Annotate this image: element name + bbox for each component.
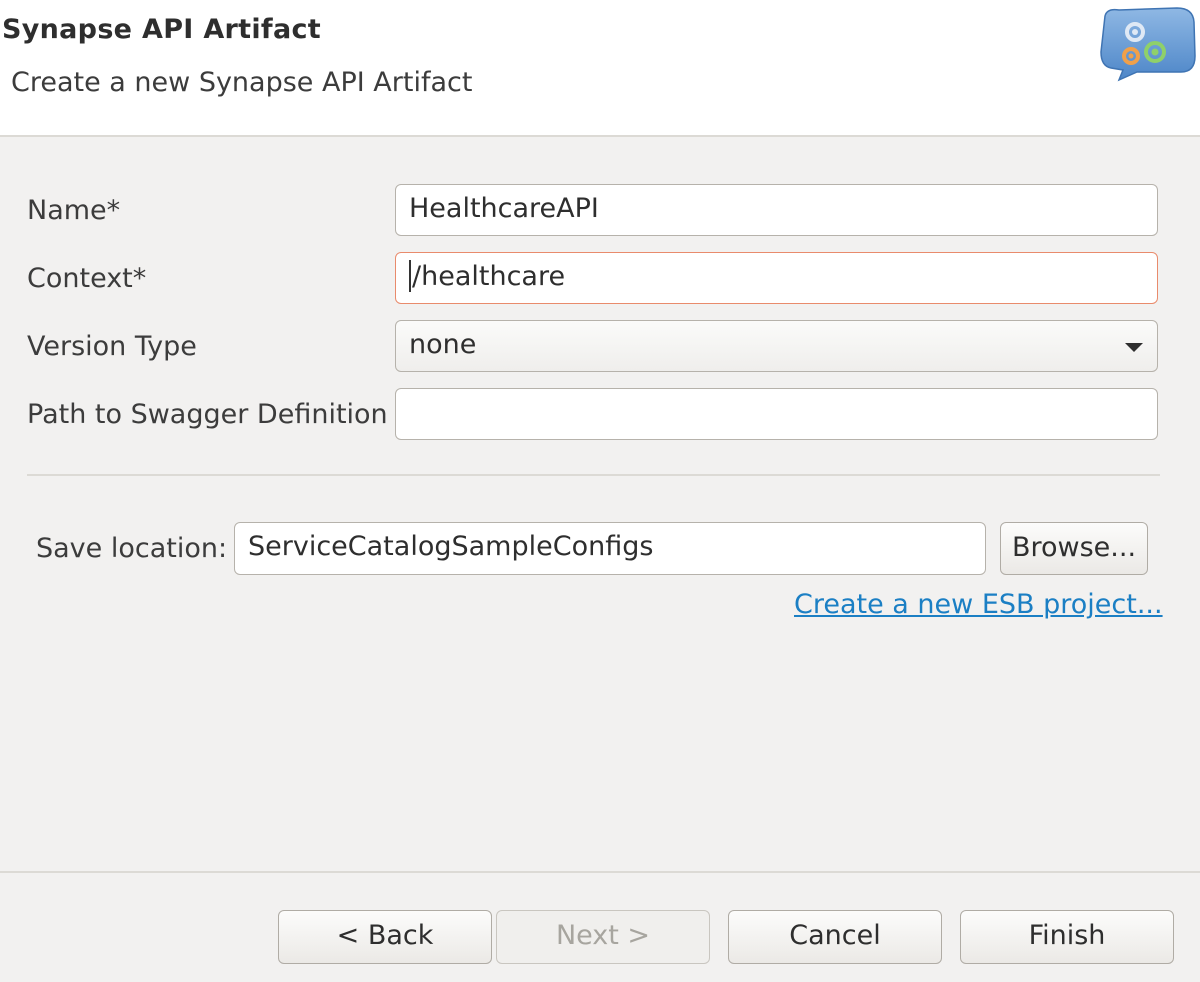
name-label: Name* [27, 195, 121, 226]
context-label: Context* [27, 263, 147, 294]
back-button[interactable]: < Back [278, 910, 492, 964]
swagger-path-input[interactable] [395, 388, 1158, 440]
name-input-value: HealthcareAPI [409, 193, 599, 224]
name-input[interactable]: HealthcareAPI [395, 184, 1158, 236]
swagger-path-label: Path to Swagger Definition [27, 399, 388, 430]
version-type-value: none [409, 329, 477, 360]
wizard-subtitle: Create a new Synapse API Artifact [11, 67, 473, 98]
gears-icon [1100, 7, 1196, 82]
footer-separator [0, 871, 1200, 873]
context-input-value: /healthcare [412, 261, 566, 292]
version-type-select[interactable]: none [395, 320, 1158, 372]
form-separator [27, 474, 1160, 476]
chevron-down-icon [1125, 343, 1143, 352]
finish-button[interactable]: Finish [960, 910, 1174, 964]
create-esb-project-link[interactable]: Create a new ESB project... [794, 589, 1163, 620]
context-input[interactable]: /healthcare [395, 252, 1158, 304]
text-caret [409, 259, 411, 292]
next-button[interactable]: Next > [496, 910, 710, 964]
save-location-input[interactable]: ServiceCatalogSampleConfigs [234, 522, 986, 575]
save-location-label: Save location: [36, 533, 228, 564]
wizard-banner: Synapse API Artifact Create a new Synaps… [0, 0, 1200, 137]
version-type-label: Version Type [27, 331, 197, 362]
wizard-title: Synapse API Artifact [2, 14, 321, 45]
save-location-value: ServiceCatalogSampleConfigs [248, 531, 654, 562]
cancel-button[interactable]: Cancel [728, 910, 942, 964]
browse-button[interactable]: Browse... [1000, 522, 1148, 575]
